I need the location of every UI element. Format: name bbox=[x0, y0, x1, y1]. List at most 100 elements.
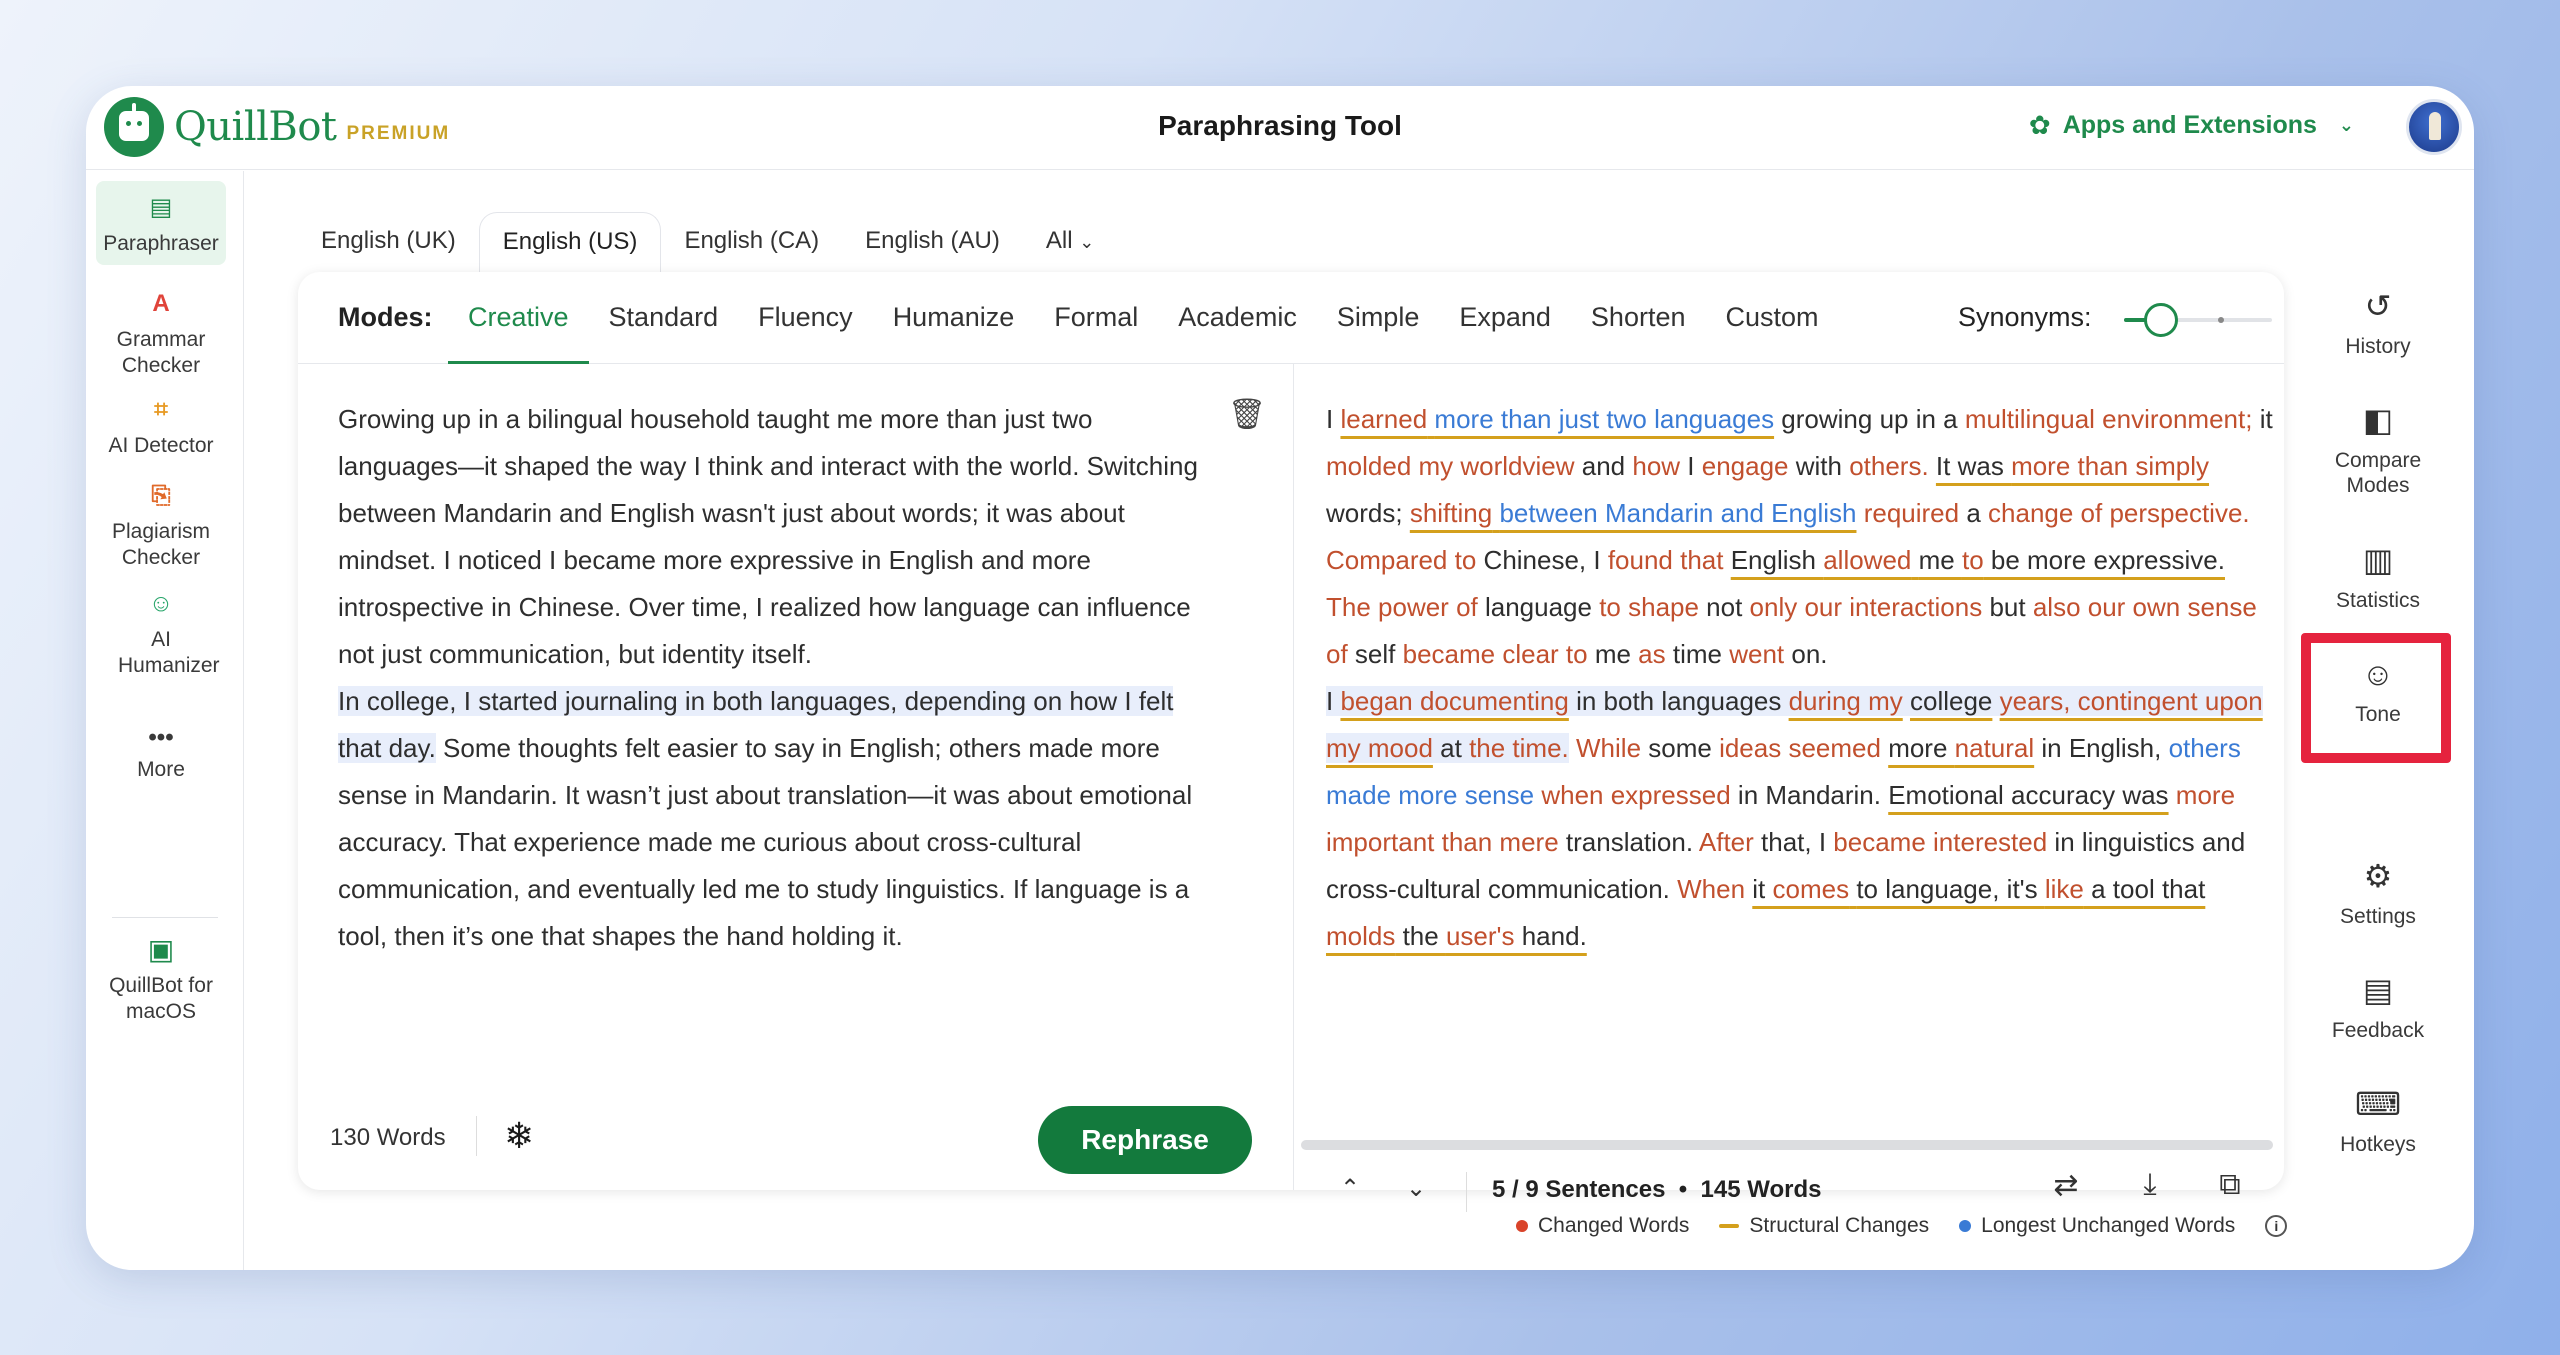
ai-detector-icon: ⌗ bbox=[154, 396, 168, 423]
output-segment[interactable]: others. bbox=[1849, 451, 1929, 481]
output-segment[interactable]: how bbox=[1632, 451, 1680, 481]
output-segment[interactable]: After bbox=[1699, 827, 1754, 857]
sidebar-item-grammar-checker[interactable]: A Grammar Checker bbox=[96, 287, 226, 379]
next-sentence-button[interactable]: ⌄ bbox=[1396, 1174, 1436, 1203]
output-segment[interactable]: molds bbox=[1326, 921, 1395, 951]
output-segment[interactable]: required bbox=[1864, 498, 1959, 528]
tab-english-au[interactable]: English (AU) bbox=[842, 212, 1023, 274]
mode-creative[interactable]: Creative bbox=[448, 272, 589, 364]
output-segment[interactable]: comes bbox=[1773, 874, 1850, 904]
mode-fluency[interactable]: Fluency bbox=[738, 272, 873, 364]
mode-list: Creative Standard Fluency Humanize Forma… bbox=[448, 272, 1839, 364]
output-segment[interactable]: ideas seemed bbox=[1719, 733, 1881, 763]
sidebar-item-history[interactable]: ↺ History bbox=[2318, 286, 2438, 359]
output-segment: at bbox=[1432, 733, 1470, 763]
tab-english-us[interactable]: English (US) bbox=[478, 212, 662, 274]
tab-english-ca[interactable]: English (CA) bbox=[661, 212, 842, 274]
sidebar-item-ai-detector[interactable]: ⌗ AI Detector bbox=[96, 393, 226, 459]
output-segment[interactable]: user's bbox=[1446, 921, 1515, 951]
mode-humanize[interactable]: Humanize bbox=[873, 272, 1035, 364]
output-segment[interactable]: found that bbox=[1608, 545, 1724, 575]
puzzle-icon: ✿ bbox=[2028, 110, 2051, 140]
tab-all-languages[interactable]: All ⌄ bbox=[1023, 212, 1117, 274]
output-segment[interactable]: began documenting bbox=[1340, 686, 1569, 716]
output-paragraph-2: I began documenting in both languages du… bbox=[1326, 678, 2276, 960]
output-segment[interactable]: Compared to bbox=[1326, 545, 1476, 575]
trash-icon[interactable]: 🗑 bbox=[1228, 398, 1266, 432]
sidebar-label: Hotkeys bbox=[2340, 1133, 2416, 1156]
sidebar-divider bbox=[112, 917, 218, 918]
output-segment[interactable]: like bbox=[2045, 874, 2084, 904]
synonyms-slider[interactable] bbox=[2124, 303, 2272, 337]
output-segment: more bbox=[1888, 733, 1955, 763]
output-segment[interactable]: to bbox=[1962, 545, 1984, 575]
output-segment[interactable]: multilingual environment; bbox=[1965, 404, 2253, 434]
copy-icon[interactable]: ⧉ bbox=[2208, 1168, 2252, 1202]
grammar-icon: A bbox=[152, 290, 170, 317]
output-segment[interactable]: change of perspective. bbox=[1988, 498, 2250, 528]
mode-expand[interactable]: Expand bbox=[1439, 272, 1571, 364]
output-segment[interactable]: to shape bbox=[1599, 592, 1699, 622]
output-segment[interactable]: While bbox=[1576, 733, 1641, 763]
language-tabs: English (UK) English (US) English (CA) E… bbox=[298, 204, 1117, 274]
tab-english-uk[interactable]: English (UK) bbox=[298, 212, 479, 274]
output-segment[interactable]: more than simply bbox=[2011, 451, 2209, 481]
sidebar-item-statistics[interactable]: ▥ Statistics bbox=[2318, 540, 2438, 613]
download-icon[interactable]: ⤓ bbox=[2128, 1168, 2172, 1202]
mode-simple[interactable]: Simple bbox=[1317, 272, 1440, 364]
output-segment: I bbox=[1326, 404, 1341, 434]
sidebar-item-settings[interactable]: ⚙ Settings bbox=[2318, 856, 2438, 929]
sidebar-item-quillbot-macos[interactable]: ▣ QuillBot for macOS bbox=[96, 933, 226, 1025]
sidebar-item-feedback[interactable]: ▤ Feedback bbox=[2318, 970, 2438, 1043]
sidebar-item-compare-modes[interactable]: ◧ Compare Modes bbox=[2318, 400, 2438, 498]
rephrase-button[interactable]: Rephrase bbox=[1038, 1106, 1252, 1174]
footer-divider bbox=[476, 1116, 477, 1156]
output-segment[interactable]: only our interactions bbox=[1750, 592, 1983, 622]
mode-shorten[interactable]: Shorten bbox=[1571, 272, 1706, 364]
output-segment[interactable]: allowed bbox=[1823, 545, 1911, 575]
mode-standard[interactable]: Standard bbox=[589, 272, 739, 364]
output-segment[interactable]: became interested bbox=[1833, 827, 2047, 857]
output-segment[interactable]: engage bbox=[1702, 451, 1789, 481]
sidebar-item-more[interactable]: ••• More bbox=[96, 726, 226, 783]
output-segment[interactable]: as bbox=[1638, 639, 1665, 669]
sidebar-label: AI Detector bbox=[108, 434, 214, 457]
output-segment[interactable]: natural bbox=[1955, 733, 2035, 763]
sidebar-item-plagiarism-checker[interactable]: ⎘ Plagiarism Checker bbox=[96, 479, 226, 571]
sidebar-item-ai-humanizer[interactable]: ☺ AI Humanizer bbox=[96, 587, 226, 679]
panel-divider bbox=[1293, 364, 1294, 1190]
output-segment: more than just two languages bbox=[1434, 404, 1775, 434]
output-segment: on. bbox=[1784, 639, 1828, 669]
output-segment[interactable]: The power of bbox=[1326, 592, 1478, 622]
horizontal-scrollbar[interactable] bbox=[1301, 1140, 2273, 1150]
output-segment bbox=[1723, 545, 1730, 575]
info-icon[interactable]: i bbox=[2265, 1215, 2288, 1237]
output-segment[interactable]: learned bbox=[1340, 404, 1427, 434]
compare-icon[interactable]: ⇄ bbox=[2044, 1168, 2088, 1203]
user-avatar[interactable] bbox=[2406, 99, 2462, 155]
apps-and-extensions-button[interactable]: ✿ Apps and Extensions ⌄ bbox=[2029, 110, 2354, 141]
output-segment: I bbox=[1326, 686, 1341, 716]
mode-formal[interactable]: Formal bbox=[1034, 272, 1158, 364]
input-textarea[interactable]: Growing up in a bilingual household taug… bbox=[338, 396, 1218, 960]
output-segment[interactable]: during my bbox=[1788, 686, 1903, 716]
output-segment: Emotional accuracy was bbox=[1888, 780, 2169, 810]
sidebar-item-hotkeys[interactable]: ⌨ Hotkeys bbox=[2318, 1084, 2438, 1157]
output-segment[interactable]: When bbox=[1677, 874, 1745, 904]
slider-knob[interactable] bbox=[2144, 303, 2178, 337]
previous-sentence-button[interactable]: ⌃ bbox=[1330, 1174, 1370, 1203]
freeze-words-icon[interactable]: ❄ bbox=[504, 1116, 534, 1156]
input-paragraph-1: Growing up in a bilingual household taug… bbox=[338, 404, 1198, 669]
output-text[interactable]: I learned more than just two languages g… bbox=[1326, 396, 2276, 960]
sidebar-item-paraphraser[interactable]: ▤ Paraphraser bbox=[96, 181, 226, 265]
chevron-down-icon: ⌄ bbox=[1079, 232, 1095, 252]
output-segment[interactable]: went bbox=[1729, 639, 1784, 669]
output-word-count: 145 Words bbox=[1700, 1176, 1822, 1203]
output-segment[interactable]: became clear to bbox=[1403, 639, 1588, 669]
output-segment[interactable]: molded my worldview bbox=[1326, 451, 1575, 481]
output-segment[interactable]: the time. bbox=[1469, 733, 1569, 763]
mode-custom[interactable]: Custom bbox=[1706, 272, 1839, 364]
mode-academic[interactable]: Academic bbox=[1158, 272, 1317, 364]
output-segment[interactable]: shifting bbox=[1410, 498, 1492, 528]
output-segment[interactable]: when expressed bbox=[1541, 780, 1730, 810]
